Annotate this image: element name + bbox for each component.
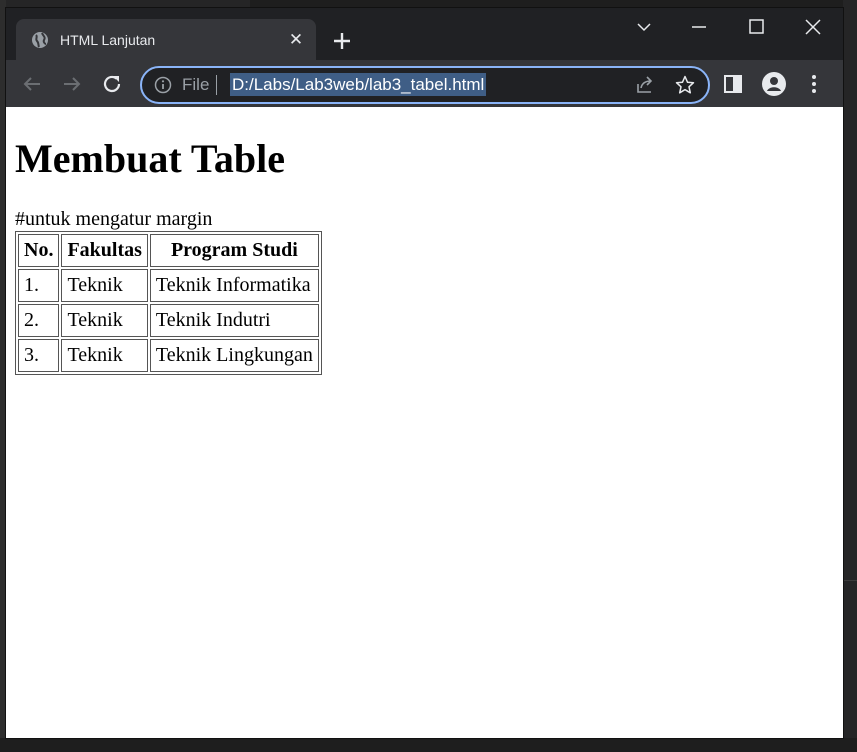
back-arrow-icon[interactable] — [20, 72, 44, 96]
window-close-button[interactable] — [795, 16, 831, 38]
browser-toolbar: File D:/Labs/Lab3web/lab3_tabel.html — [6, 60, 843, 107]
globe-icon — [31, 31, 49, 49]
tab-html-lanjutan[interactable]: HTML Lanjutan ✕ — [16, 19, 316, 60]
table-row: 2. Teknik Teknik Indutri — [18, 304, 319, 337]
table-cell: Teknik Indutri — [149, 304, 319, 337]
tab-strip: HTML Lanjutan ✕ — [6, 8, 843, 60]
table-cell: Teknik Informatika — [149, 269, 319, 302]
editor-code-area — [335, 0, 857, 8]
forward-arrow-icon[interactable] — [60, 72, 84, 96]
url-text[interactable]: D:/Labs/Lab3web/lab3_tabel.html — [230, 73, 487, 96]
chevron-down-icon[interactable] — [626, 16, 662, 38]
profile-avatar-icon[interactable] — [761, 71, 787, 97]
table-cell: Teknik — [61, 339, 148, 372]
new-tab-button[interactable] — [330, 29, 354, 53]
url-scheme-label: File — [182, 75, 210, 94]
table-cell: 3. — [18, 339, 60, 372]
kebab-menu-icon[interactable] — [804, 72, 824, 96]
tab-title: HTML Lanjutan — [60, 32, 156, 48]
table-cell: Teknik — [61, 304, 148, 337]
page-note: #untuk mengatur margin — [15, 208, 213, 230]
address-bar[interactable]: File D:/Labs/Lab3web/lab3_tabel.html — [140, 66, 710, 104]
data-table: No. Fakultas Program Studi 1. Teknik Tek… — [15, 231, 322, 375]
editor-bottom-bar — [0, 738, 857, 752]
table-row: 3. Teknik Teknik Lingkungan — [18, 339, 319, 372]
column-header: No. — [18, 234, 60, 267]
minimize-button[interactable] — [681, 16, 717, 38]
table-header-row: No. Fakultas Program Studi — [18, 234, 319, 267]
share-icon[interactable] — [634, 74, 656, 96]
maximize-button[interactable] — [738, 16, 774, 38]
table-cell: 2. — [18, 304, 60, 337]
table-row: 1. Teknik Teknik Informatika — [18, 269, 319, 302]
info-icon[interactable] — [154, 76, 172, 94]
editor-right-strip — [843, 0, 857, 738]
close-icon[interactable]: ✕ — [286, 30, 306, 50]
table-cell: 1. — [18, 269, 60, 302]
page-viewport: Membuat Table #untuk mengatur margin No.… — [6, 107, 843, 738]
star-icon[interactable] — [674, 74, 696, 96]
editor-divider — [843, 580, 857, 581]
page-heading: Membuat Table — [15, 136, 286, 181]
reload-icon[interactable] — [100, 72, 124, 96]
editor-gutter — [250, 0, 335, 8]
side-panel-icon[interactable] — [723, 74, 743, 94]
table-cell: Teknik Lingkungan — [149, 339, 319, 372]
browser-window: HTML Lanjutan ✕ File D:/Labs/Lab3web/lab… — [6, 8, 843, 738]
divider — [216, 75, 217, 95]
column-header: Program Studi — [149, 234, 319, 267]
table-cell: Teknik — [61, 269, 148, 302]
column-header: Fakultas — [61, 234, 148, 267]
